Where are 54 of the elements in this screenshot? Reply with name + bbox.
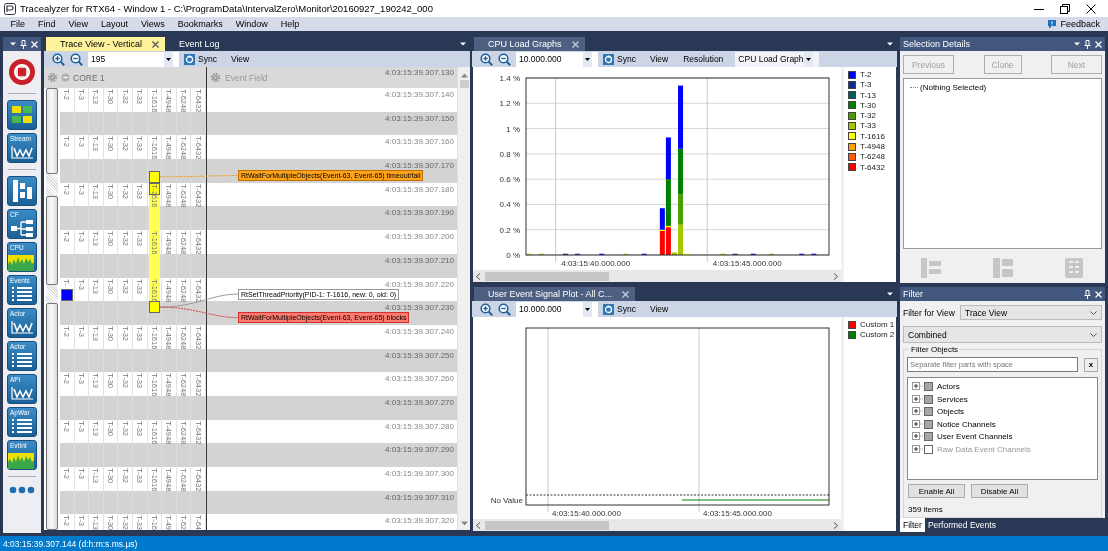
timestamp: 4:03:15:39.307.210: [385, 255, 454, 265]
item-count: 359 items: [907, 505, 944, 514]
timestamp: 4:03:15:39.307.230: [385, 303, 454, 313]
tick-label: 1.4 %: [499, 74, 520, 83]
legend-label: Custom 1: [860, 320, 895, 329]
legend-label: T-1616: [860, 131, 885, 141]
tick-label: 4:03:15:40.000.000: [552, 509, 621, 518]
timestamp: 4:03:15:39.307.290: [385, 445, 454, 455]
timestamp: 4:03:15:39.307.150: [385, 113, 454, 123]
tick-label: 0.4 %: [499, 200, 520, 210]
timestamp: 4:03:15:39.307.200: [385, 232, 454, 242]
panel-title: Filter: [903, 289, 923, 299]
tick-label: 0.6 %: [499, 175, 520, 185]
timestamp: 4:03:15:39.307.280: [385, 421, 454, 431]
timestamp: 4:03:15:39.307.180: [385, 184, 454, 194]
legend-label: T-6248: [860, 152, 885, 162]
window-title: Tracealyzer for RTX64 - Window 1 - C:\ProgramData\IntervalZero\Monitor\20160927_190242_000: [20, 3, 433, 14]
tick-label: 4:03:15:45.000.000: [712, 259, 782, 268]
timestamp: 4:03:15:39.307.130: [385, 67, 455, 77]
tick-label: 1.2 %: [499, 99, 520, 109]
timestamp: 4:03:15:39.307.220: [385, 279, 454, 289]
timestamp: 4:03:15:39.307.320: [385, 516, 454, 526]
legend-label: T-33: [860, 121, 876, 131]
timestamp: 4:03:15:39.307.250: [385, 350, 454, 360]
status-text: 4:03:15:39.307.144 (d:h:m:s.ms.µs): [0, 536, 1108, 551]
column-label: Event Field: [225, 72, 268, 83]
panel-title: Selection Details: [903, 39, 971, 49]
timestamp: 4:03:15:39.307.300: [385, 469, 454, 478]
timestamp: 4:03:15:39.307.160: [385, 137, 454, 147]
legend-label: T-2: [860, 70, 872, 79]
group-label: Filter Objects: [909, 345, 961, 354]
legend-label: T-13: [860, 90, 876, 100]
tick-label: 4:03:15:45.000.000: [703, 509, 772, 518]
legend-label: T-6432: [860, 162, 885, 172]
timestamp: 4:03:15:39.307.190: [385, 208, 454, 218]
timestamp: 4:03:15:39.307.240: [385, 326, 454, 336]
core-label: CORE 1: [73, 72, 105, 83]
legend-label: Custom 2: [860, 330, 895, 340]
legend-label: T-30: [860, 100, 876, 110]
timestamp: 4:03:15:39.307.310: [385, 492, 454, 502]
legend-label: T-4948: [860, 142, 885, 152]
legend-label: T-32: [860, 111, 876, 121]
timestamp: 4:03:15:39.307.260: [385, 374, 454, 384]
field-label: Filter for View: [903, 307, 956, 318]
tick-label: 0.2 %: [499, 225, 520, 235]
timestamp: 4:03:15:39.307.270: [385, 397, 454, 407]
tick-label: 0.8 %: [499, 149, 520, 159]
tick-label: 1 %: [506, 124, 520, 134]
legend-label: T-3: [860, 80, 872, 90]
timestamp: 4:03:15:39.307.170: [385, 161, 454, 171]
tick-label: 0 %: [506, 251, 520, 260]
tick-label: 4:03:15:40.000.000: [561, 259, 631, 268]
timestamp: 4:03:15:39.307.140: [385, 90, 454, 99]
axis-label: No Value: [490, 496, 523, 505]
